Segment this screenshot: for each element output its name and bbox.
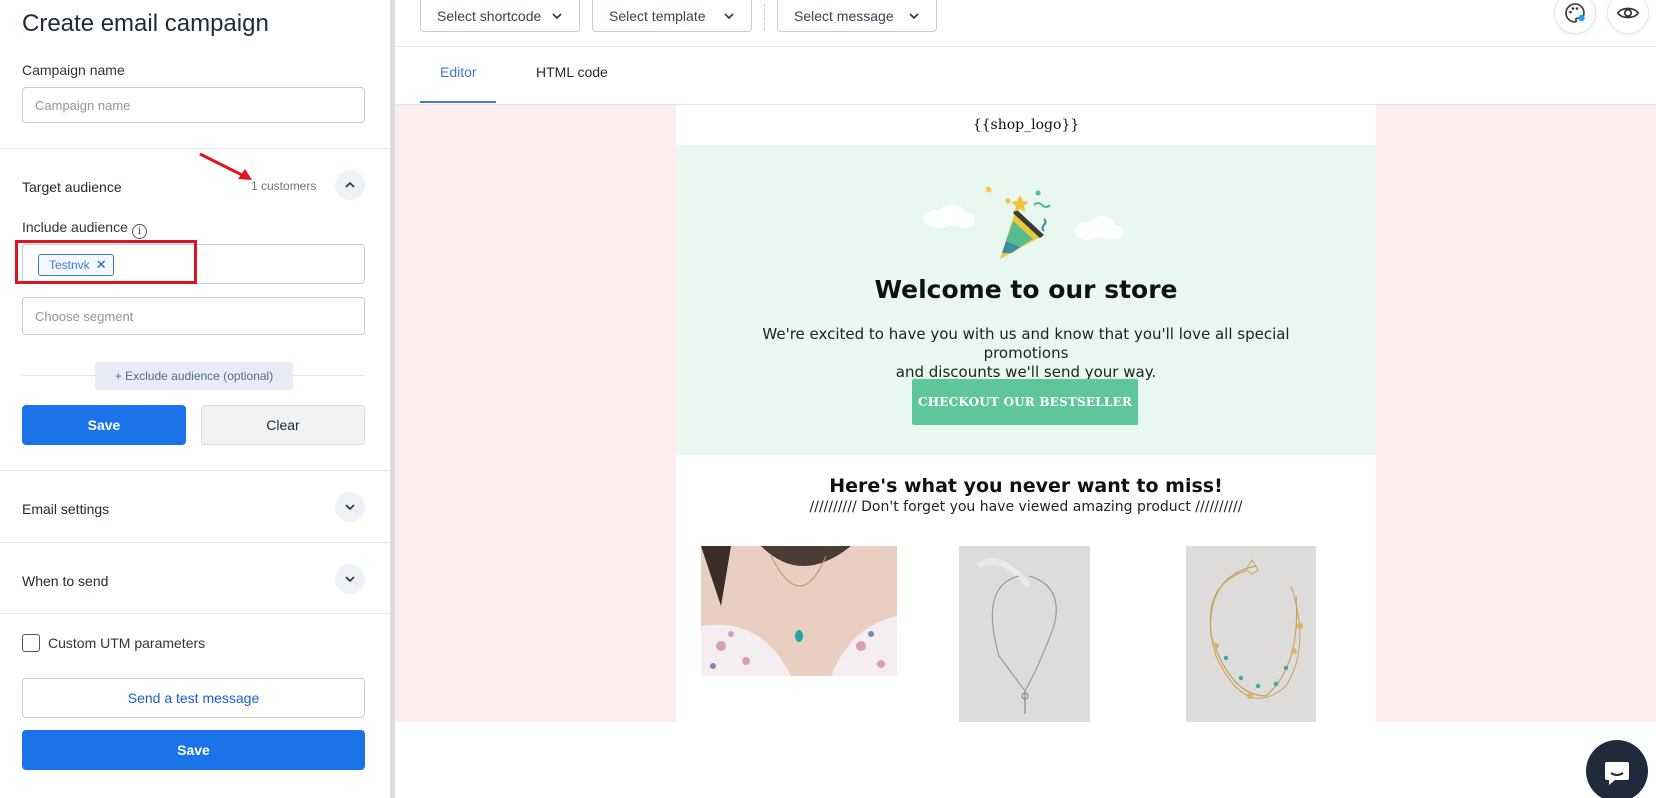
email-settings-toggle[interactable]	[335, 492, 365, 522]
select-template-dropdown[interactable]: Select template	[592, 0, 752, 32]
tab-html-code[interactable]: HTML code	[536, 64, 608, 80]
exclude-audience-button[interactable]: + Exclude audience (optional)	[95, 362, 293, 390]
product-image[interactable]	[701, 546, 897, 676]
campaign-name-input[interactable]	[22, 87, 365, 123]
hero-body: We're excited to have you with us and kn…	[731, 325, 1321, 382]
audience-clear-button[interactable]: Clear	[201, 405, 365, 445]
palette-icon	[1565, 3, 1585, 23]
campaign-sidebar: Create email campaign Campaign name Targ…	[0, 0, 390, 798]
send-test-message-button[interactable]: Send a test message	[22, 678, 365, 718]
divider	[0, 613, 390, 614]
include-audience-label: Include audience i	[22, 219, 147, 239]
toolbar-separator	[764, 4, 765, 30]
when-to-send-toggle[interactable]	[335, 564, 365, 594]
product-photo-silver-necklace	[959, 546, 1090, 722]
chat-icon	[1605, 762, 1629, 785]
theme-palette-button[interactable]	[1554, 0, 1596, 34]
chevron-down-icon	[909, 12, 919, 19]
hero-section[interactable]: Welcome to our store We're excited to ha…	[676, 145, 1376, 455]
audience-save-button[interactable]: Save	[22, 405, 186, 445]
product-image[interactable]	[1186, 546, 1316, 722]
select-message-dropdown[interactable]: Select message	[777, 0, 937, 32]
when-to-send-title: When to send	[22, 573, 109, 589]
toolbar-border	[395, 46, 1656, 47]
utm-label: Custom UTM parameters	[48, 635, 206, 651]
chevron-down-icon	[345, 576, 355, 583]
hero-title: Welcome to our store	[874, 275, 1178, 304]
annotation-highlight	[15, 240, 197, 284]
chat-support-button[interactable]	[1586, 740, 1648, 798]
audience-count: 1 customers	[251, 179, 317, 193]
divider	[0, 470, 390, 471]
save-campaign-button[interactable]: Save	[22, 730, 365, 770]
chevron-down-icon	[552, 12, 562, 19]
chevron-up-icon	[345, 181, 355, 188]
shop-logo-placeholder[interactable]: {{shop_logo}}	[676, 105, 1376, 145]
checkout-bestseller-button[interactable]: CHECKOUT OUR BESTSELLER	[912, 379, 1138, 425]
divider	[0, 542, 390, 543]
email-preview[interactable]: {{shop_logo}} Welcome to our store We're…	[676, 105, 1376, 722]
divider	[0, 148, 390, 149]
select-shortcode-label: Select shortcode	[437, 7, 542, 24]
party-popper-icon	[924, 185, 1124, 259]
page-title: Create email campaign	[22, 10, 269, 37]
preview-button[interactable]	[1607, 0, 1649, 34]
product-image[interactable]	[959, 546, 1090, 722]
product-photo-necklace-model	[701, 546, 897, 676]
target-audience-toggle[interactable]	[335, 170, 365, 200]
select-template-label: Select template	[609, 7, 706, 24]
campaign-name-label: Campaign name	[22, 62, 125, 78]
active-tab-indicator	[420, 101, 496, 103]
product-photo-gold-necklace	[1186, 546, 1316, 722]
email-settings-title: Email settings	[22, 501, 110, 517]
tab-editor[interactable]: Editor	[440, 64, 477, 80]
info-icon[interactable]: i	[131, 224, 147, 239]
chevron-down-icon	[724, 12, 734, 19]
utm-checkbox-row[interactable]: Custom UTM parameters	[22, 634, 205, 652]
include-audience-text: Include audience	[22, 219, 128, 235]
hero-body-line: We're excited to have you with us and kn…	[762, 325, 1290, 362]
utm-checkbox[interactable]	[22, 634, 40, 652]
eye-icon	[1617, 7, 1639, 19]
choose-segment-input[interactable]	[22, 297, 365, 335]
section-title: Here's what you never want to miss!	[829, 475, 1223, 497]
annotation-arrow-icon	[199, 152, 252, 180]
section-subtitle: ////////// Don't forget you have viewed …	[809, 499, 1243, 515]
target-audience-title: Target audience	[22, 179, 122, 195]
select-message-label: Select message	[794, 7, 894, 24]
select-shortcode-dropdown[interactable]: Select shortcode	[420, 0, 580, 32]
chevron-down-icon	[345, 504, 355, 511]
